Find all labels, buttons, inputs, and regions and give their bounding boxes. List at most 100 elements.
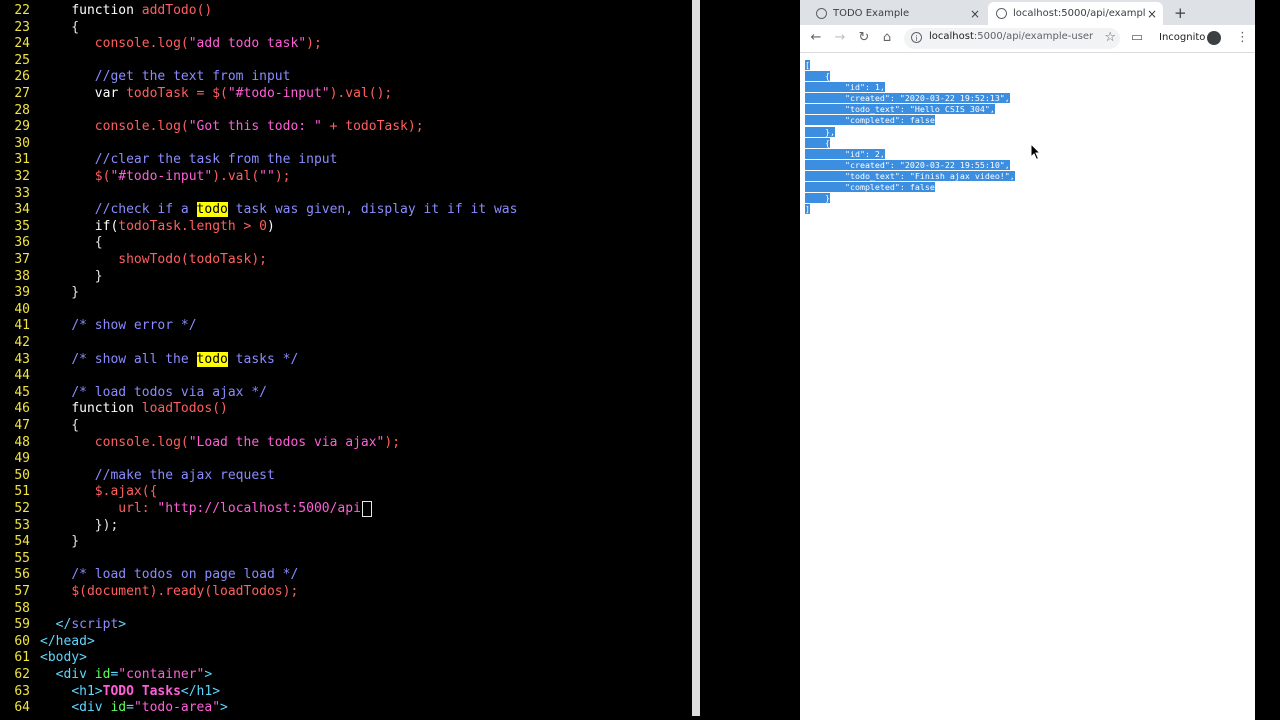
editor-scrollbar[interactable]: [692, 0, 700, 716]
tab-api-example-user[interactable]: localhost:5000/api/example-user ×: [988, 2, 1163, 25]
close-icon[interactable]: ×: [968, 7, 982, 21]
code-token: (): [196, 3, 213, 18]
code-editor[interactable]: 22 function addTodo() 23 {24 console.log(…: [0, 0, 692, 720]
forward-arrow-icon[interactable]: →: [832, 30, 848, 46]
line-number: 52: [14, 501, 30, 516]
code-token: /* show all the: [71, 351, 197, 367]
code-line: 26 //get the text from input: [0, 68, 290, 85]
line-number: 43: [14, 351, 30, 367]
code-token: tasks */: [227, 351, 299, 367]
code-token: function: [71, 401, 142, 417]
code-line: 37 showTodo(todoTask);: [0, 251, 267, 268]
json-line: "created": "2020-03-22 19:55:10",: [805, 159, 1015, 171]
close-icon[interactable]: ×: [1145, 7, 1159, 21]
code-line: 35 if(todoTask.length > 0): [0, 218, 274, 235]
selected-text: },: [805, 126, 835, 137]
line-number: 22: [14, 3, 30, 18]
code-line: 44: [0, 367, 40, 384]
json-line: "completed": false: [805, 115, 1015, 126]
cast-icon[interactable]: ▭: [1129, 30, 1145, 46]
line-number: 45: [14, 384, 30, 400]
code-line: 60 </head>: [0, 633, 94, 650]
code-line: 38 }: [0, 268, 102, 285]
line-number: 26: [14, 69, 30, 85]
json-line: "id": 2,: [805, 148, 1015, 160]
code-token: }: [40, 534, 80, 550]
code-token: );: [306, 36, 322, 52]
code-token: script: [71, 617, 119, 633]
json-line: "created": "2020-03-22 19:52:13",: [805, 93, 1015, 104]
menu-icon[interactable]: ⋮: [1236, 30, 1249, 45]
code-token: //check if a: [94, 202, 197, 218]
code-token: "add todo task": [188, 36, 307, 52]
code-token: {: [40, 418, 80, 433]
code-token: "container": [118, 667, 205, 682]
json-line: {: [805, 71, 1015, 82]
new-tab-button[interactable]: +: [1174, 4, 1187, 22]
code-token: $(: [94, 169, 111, 184]
incognito-icon[interactable]: [1207, 31, 1221, 45]
code-token: var: [94, 86, 127, 101]
search-highlight: todo: [196, 202, 228, 218]
line-number: 54: [14, 534, 30, 550]
address-bar[interactable]: i localhost:5000/api/example-user ☆: [904, 28, 1120, 49]
code-line: 57 $(document).ready(loadTodos);: [0, 583, 298, 600]
selected-text: "created": "2020-03-22 19:52:13",: [805, 93, 1010, 104]
code-token: console.log(: [94, 119, 189, 135]
code-token: ).val();: [329, 86, 393, 101]
json-line: },: [805, 126, 1015, 138]
code-token: console.log(: [94, 36, 189, 52]
line-number: 49: [14, 451, 30, 467]
incognito-label: Incognito: [1159, 32, 1206, 43]
code-token: <body>: [40, 650, 87, 666]
reload-icon[interactable]: ↻: [856, 30, 872, 46]
line-number: 34: [14, 202, 30, 218]
selected-text: {: [805, 71, 830, 82]
line-number: 46: [14, 401, 30, 417]
code-line: 53 });: [0, 517, 118, 534]
code-line: 41 /* show error */: [0, 317, 196, 334]
line-number: 48: [14, 434, 30, 450]
url-host: localhost: [929, 31, 974, 42]
code-token: <div: [71, 700, 111, 716]
code-line: 51 $.ajax({: [0, 483, 157, 500]
line-number: 57: [14, 584, 30, 599]
code-line: 39 }: [0, 284, 79, 301]
back-arrow-icon[interactable]: ←: [808, 30, 824, 46]
code-line: 49: [0, 450, 40, 467]
globe-icon: [816, 8, 827, 19]
browser-window: TODO Example × localhost:5000/api/exampl…: [800, 0, 1255, 720]
line-number: 44: [14, 368, 30, 384]
code-token: {: [40, 19, 80, 35]
code-token: }: [40, 285, 80, 301]
code-line: 23 {: [0, 19, 79, 36]
code-line: 22 function addTodo(): [0, 2, 212, 19]
line-number: 41: [14, 318, 30, 334]
code-line: 54 }: [0, 533, 79, 550]
code-token: "http://localhost:5000/api: [157, 501, 361, 516]
line-number: 63: [14, 683, 30, 699]
info-icon[interactable]: i: [911, 32, 922, 43]
code-line: 42: [0, 334, 40, 351]
code-token: </h1>: [180, 683, 221, 699]
line-number: 38: [14, 268, 30, 284]
json-response[interactable]: [ { "id": 1, "created": "2020-03-22 19:5…: [805, 60, 1015, 215]
code-line: 58: [0, 600, 40, 617]
star-icon[interactable]: ☆: [1104, 30, 1116, 45]
home-icon[interactable]: ⌂: [879, 30, 895, 46]
code-token: "#todo-input": [110, 169, 213, 184]
tab-todo-example[interactable]: TODO Example ×: [808, 2, 986, 25]
line-number: 58: [14, 600, 30, 616]
code-line: 50 //make the ajax request: [0, 467, 274, 484]
line-number: 30: [14, 135, 30, 151]
code-token: ).val(: [212, 169, 260, 184]
